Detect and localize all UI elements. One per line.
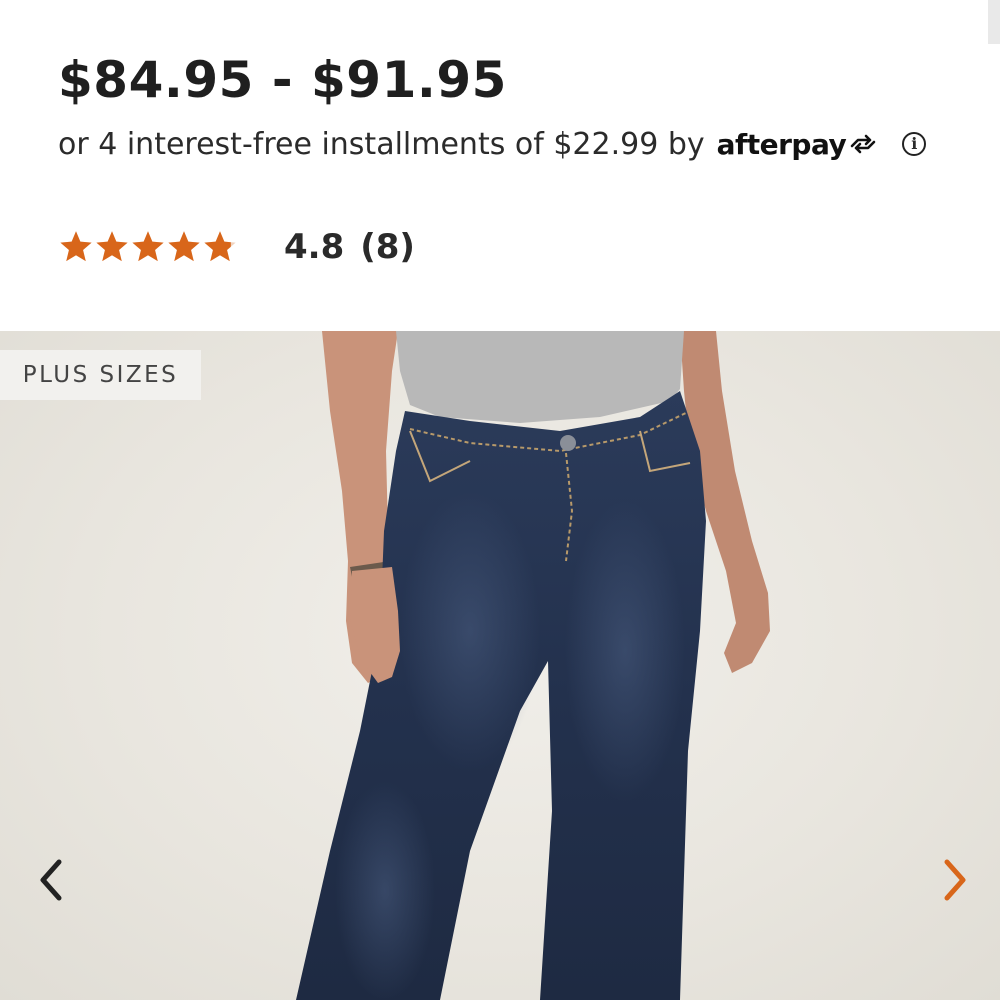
gallery-next-button[interactable] xyxy=(934,851,978,909)
review-count[interactable]: (8) xyxy=(360,227,415,267)
afterpay-wordmark: afterpay xyxy=(716,127,847,161)
afterpay-logo: afterpay xyxy=(717,128,879,161)
product-photo xyxy=(296,331,770,1000)
rating-value: 4.8 xyxy=(284,227,345,267)
star-icon xyxy=(132,231,164,262)
chevron-right-icon xyxy=(944,859,966,901)
scroll-indicator xyxy=(988,0,1000,44)
info-icon[interactable]: i xyxy=(902,132,927,156)
price-range: $84.95 - $91.95 xyxy=(58,51,507,109)
star-rating xyxy=(58,229,238,265)
chevron-left-icon xyxy=(40,859,62,901)
star-icon xyxy=(204,231,236,262)
star-icon xyxy=(60,231,92,262)
product-image-gallery[interactable]: PLUS SIZES xyxy=(0,331,1000,1000)
rating-summary[interactable]: 4.8 (8) xyxy=(58,222,415,272)
afterpay-arrows-icon xyxy=(850,134,876,154)
star-icon xyxy=(96,231,128,262)
plus-sizes-badge: PLUS SIZES xyxy=(0,350,201,400)
star-icon xyxy=(168,231,200,262)
gallery-prev-button[interactable] xyxy=(28,851,72,909)
installments-info: or 4 interest-free installments of $22.9… xyxy=(58,124,927,164)
installments-text: or 4 interest-free installments of $22.9… xyxy=(58,126,705,162)
